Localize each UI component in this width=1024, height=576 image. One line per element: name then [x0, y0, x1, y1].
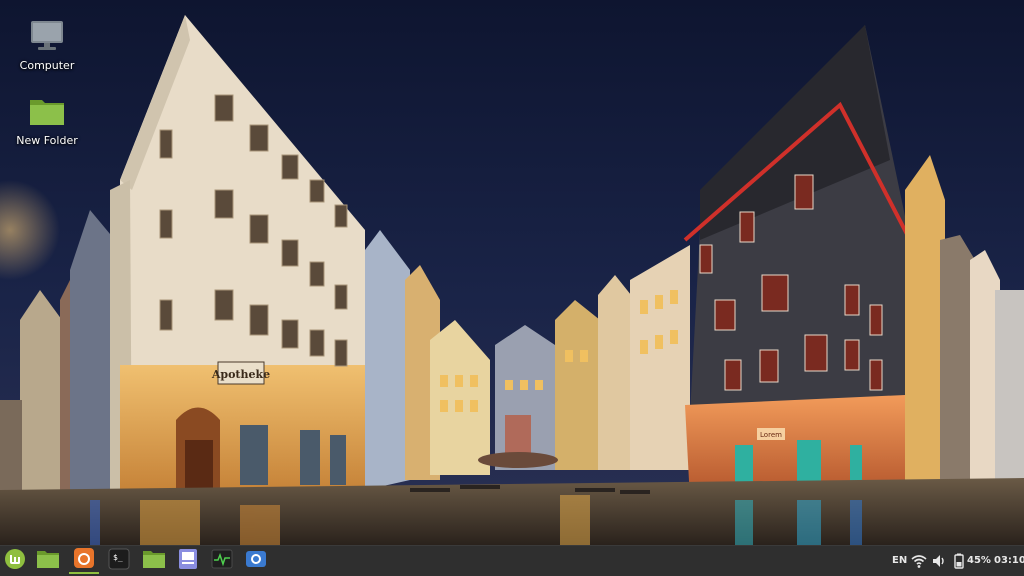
clock[interactable]: 03:10	[994, 554, 1024, 568]
taskbar-files-button[interactable]	[139, 548, 169, 574]
firefox-icon	[73, 547, 95, 573]
desktop-icon-label: Computer	[19, 59, 75, 72]
taskbar-firefox-button[interactable]	[69, 548, 99, 574]
battery-percent: 45%	[967, 555, 991, 566]
desktop-wallpaper: Apotheke Lorem	[0, 0, 1024, 545]
shop-sign: Lorem	[760, 431, 782, 439]
taskbar-notes-button[interactable]	[173, 548, 203, 574]
taskbar-screenshot-button[interactable]	[241, 548, 271, 574]
mint-menu-icon	[4, 548, 26, 574]
terminal-icon: $_	[108, 548, 130, 574]
screenshot-icon	[245, 548, 267, 574]
desktop-icon	[36, 549, 60, 573]
folder-icon	[27, 92, 67, 132]
keyboard-layout-indicator[interactable]: EN	[892, 554, 907, 568]
desktop-icon-computer[interactable]: Computer	[7, 17, 87, 73]
taskbar-panel: $_ EN 45% 03:10	[0, 545, 1024, 576]
apotheke-sign: Apotheke	[211, 368, 270, 381]
taskbar-system-monitor-button[interactable]	[207, 548, 237, 574]
computer-icon	[27, 17, 67, 57]
show-desktop-button[interactable]	[33, 548, 63, 574]
volume-icon[interactable]	[931, 553, 947, 569]
svg-text:$_: $_	[113, 553, 123, 562]
battery-icon[interactable]	[951, 553, 967, 569]
folder-icon	[142, 549, 166, 573]
system-monitor-icon	[211, 548, 233, 574]
desktop-icon-label: New Folder	[16, 134, 78, 147]
notes-icon	[177, 548, 199, 574]
desktop-icon-new-folder[interactable]: New Folder	[7, 92, 87, 148]
wifi-icon[interactable]	[911, 553, 927, 569]
taskbar-terminal-button[interactable]: $_	[104, 548, 134, 574]
menu-button[interactable]	[0, 548, 30, 574]
